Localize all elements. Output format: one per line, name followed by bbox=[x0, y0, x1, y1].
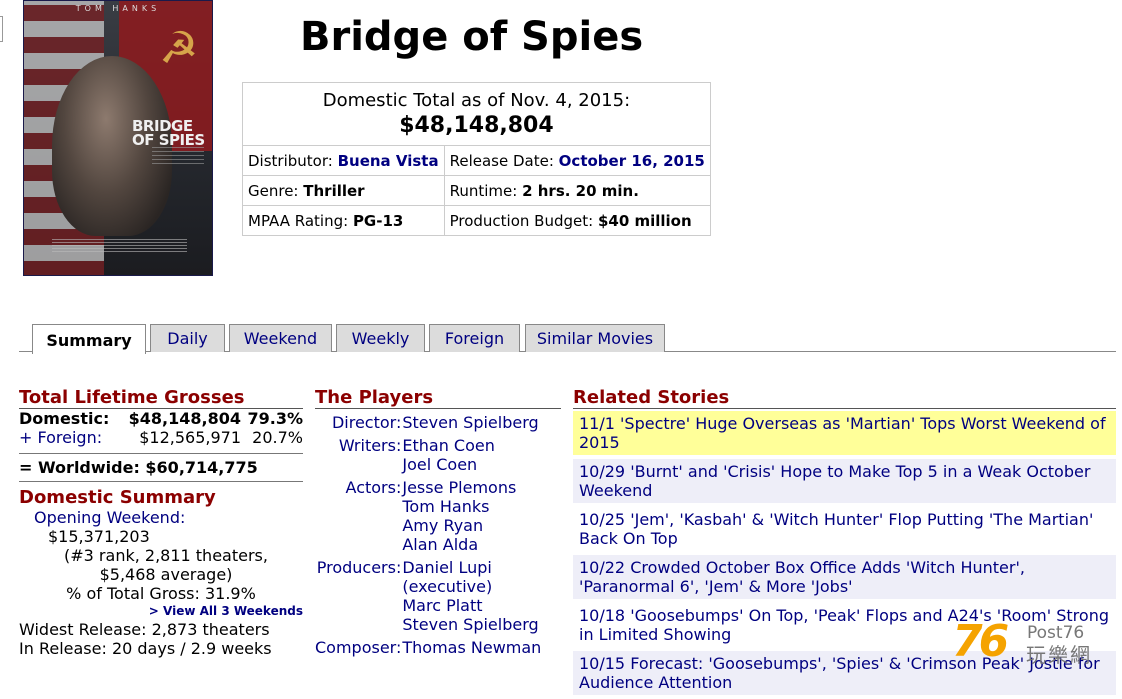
distributor-label: Distributor: bbox=[248, 151, 333, 170]
distributor-cell: Distributor: Buena Vista bbox=[242, 145, 445, 176]
players-table: Director: Steven Spielberg Writers: Etha… bbox=[315, 413, 561, 661]
budget-cell: Production Budget: $40 million bbox=[443, 205, 711, 236]
domestic-gross-label: Domestic: bbox=[19, 409, 110, 428]
tab-similar-movies[interactable]: Similar Movies bbox=[525, 324, 665, 352]
view-all-weekends-link[interactable]: > View All 3 Weekends bbox=[19, 603, 303, 620]
domestic-gross-value: $48,148,804 bbox=[128, 409, 241, 428]
watermark-number: 76 bbox=[952, 616, 1009, 667]
tab-bar: Summary Daily Weekend Weekly Foreign Sim… bbox=[19, 324, 1116, 354]
player-row-producers: Producers: Daniel Lupi (executive) Marc … bbox=[315, 558, 561, 638]
player-link[interactable]: Jesse Plemons bbox=[402, 478, 561, 497]
domestic-total-value: $48,148,804 bbox=[399, 113, 554, 138]
hammer-sickle-icon: ☭ bbox=[159, 23, 199, 74]
release-date-link[interactable]: October 16, 2015 bbox=[559, 152, 705, 170]
domestic-total-cell: Domestic Total as of Nov. 4, 2015: $48,1… bbox=[242, 82, 711, 146]
distributor-link[interactable]: Buena Vista bbox=[338, 152, 439, 170]
player-link[interactable]: Joel Coen bbox=[402, 455, 561, 474]
mpaa-rating-label: MPAA Rating: bbox=[248, 211, 349, 230]
tab-daily[interactable]: Daily bbox=[150, 324, 225, 352]
foreign-gross-row: + Foreign: $12,565,971 20.7% bbox=[19, 428, 303, 447]
story-link[interactable]: 10/29 'Burnt' and 'Crisis' Hope to Make … bbox=[573, 459, 1116, 507]
writers-label: Writers: bbox=[338, 436, 402, 455]
player-link[interactable]: Steven Spielberg bbox=[402, 413, 561, 432]
related-stories-heading: Related Stories bbox=[573, 388, 1116, 409]
actors-label: Actors: bbox=[345, 478, 402, 497]
tab-weekly[interactable]: Weekly bbox=[336, 324, 425, 352]
player-row-composer: Composer: Thomas Newman bbox=[315, 638, 561, 661]
movie-poster: ☭ TOM HANKS BRIDGE OF SPIES bbox=[23, 0, 213, 276]
mpaa-rating-cell: MPAA Rating: PG-13 bbox=[242, 205, 445, 236]
release-date-label: Release Date: bbox=[449, 151, 554, 170]
foreign-gross-value: $12,565,971 bbox=[139, 428, 241, 447]
runtime-label: Runtime: bbox=[449, 181, 518, 200]
movie-info-box: Domestic Total as of Nov. 4, 2015: $48,1… bbox=[242, 82, 711, 236]
lifetime-grosses-heading: Total Lifetime Grosses bbox=[19, 388, 303, 409]
foreign-gross-link[interactable]: + Foreign: bbox=[19, 428, 118, 447]
player-row-writers: Writers: Ethan Coen Joel Coen bbox=[315, 436, 561, 478]
poster-actor-name: TOM HANKS bbox=[75, 4, 161, 13]
genre-cell: Genre: Thriller bbox=[242, 175, 445, 206]
worldwide-gross: = Worldwide: $60,714,775 bbox=[19, 453, 303, 482]
opening-weekend-value: $15,371,203 bbox=[48, 527, 150, 546]
player-link[interactable]: Thomas Newman bbox=[402, 638, 561, 657]
player-link[interactable]: Tom Hanks bbox=[402, 497, 561, 516]
opening-weekend-detail: (#3 rank, 2,811 theaters, $5,468 average… bbox=[64, 546, 268, 584]
widest-release: Widest Release: 2,873 theaters bbox=[19, 620, 270, 639]
player-note: (executive) bbox=[402, 577, 493, 596]
opening-weekend-row: Opening Weekend: $15,371,203 bbox=[19, 508, 303, 546]
players-heading: The Players bbox=[315, 388, 561, 409]
player-link[interactable]: Steven Spielberg bbox=[402, 615, 561, 634]
page-title: Bridge of Spies bbox=[300, 14, 644, 60]
domestic-summary-heading: Domestic Summary bbox=[19, 487, 216, 508]
tab-foreign[interactable]: Foreign bbox=[429, 324, 520, 352]
pct-total-gross: % of Total Gross: 31.9% bbox=[66, 584, 256, 603]
runtime-value: 2 hrs. 20 min. bbox=[522, 181, 639, 200]
player-row-actors: Actors: Jesse Plemons Tom Hanks Amy Ryan… bbox=[315, 478, 561, 558]
release-date-cell: Release Date: October 16, 2015 bbox=[443, 145, 711, 176]
poster-tagline bbox=[152, 147, 204, 165]
mpaa-rating-value: PG-13 bbox=[352, 211, 404, 230]
poster-credits bbox=[52, 239, 187, 253]
story-link[interactable]: 10/25 'Jem', 'Kasbah' & 'Witch Hunter' F… bbox=[573, 507, 1116, 555]
player-link[interactable]: Alan Alda bbox=[402, 535, 561, 554]
story-link[interactable]: 11/1 'Spectre' Huge Overseas as 'Martian… bbox=[573, 411, 1116, 459]
watermark-cjk: 玩樂網 bbox=[1026, 643, 1092, 667]
grosses-column: Total Lifetime Grosses Domestic: $48,148… bbox=[19, 388, 303, 658]
player-link[interactable]: Daniel Lupi bbox=[402, 558, 561, 577]
budget-value: $40 million bbox=[597, 211, 692, 230]
genre-label: Genre: bbox=[248, 181, 299, 200]
poster-title: BRIDGE OF SPIES bbox=[132, 119, 205, 148]
tab-summary[interactable]: Summary bbox=[32, 324, 146, 354]
producers-label: Producers: bbox=[316, 558, 402, 577]
story-link[interactable]: 10/22 Crowded October Box Office Adds 'W… bbox=[573, 555, 1116, 603]
player-link[interactable]: Amy Ryan bbox=[402, 516, 561, 535]
player-link[interactable]: Marc Platt bbox=[402, 596, 561, 615]
composer-label: Composer: bbox=[315, 638, 402, 657]
runtime-cell: Runtime: 2 hrs. 20 min. bbox=[443, 175, 711, 206]
in-release: In Release: 20 days / 2.9 weeks bbox=[19, 639, 272, 658]
tab-weekend[interactable]: Weekend bbox=[229, 324, 332, 352]
domestic-gross-row: Domestic: $48,148,804 79.3% bbox=[19, 409, 303, 428]
director-label: Director: bbox=[331, 413, 402, 432]
domestic-gross-pct: 79.3% bbox=[247, 409, 303, 428]
watermark-brand: Post76 bbox=[1027, 623, 1085, 643]
players-column: The Players Director: Steven Spielberg W… bbox=[315, 388, 561, 661]
grosses-table: Domestic: $48,148,804 79.3% + Foreign: $… bbox=[19, 409, 303, 447]
opening-weekend-link[interactable]: Opening Weekend: bbox=[34, 508, 185, 527]
domestic-total-label: Domestic Total as of Nov. 4, 2015: bbox=[322, 90, 631, 111]
player-link[interactable]: Ethan Coen bbox=[402, 436, 561, 455]
genre-value: Thriller bbox=[303, 181, 365, 200]
budget-label: Production Budget: bbox=[449, 211, 594, 230]
domestic-summary: Opening Weekend: $15,371,203 (#3 rank, 2… bbox=[19, 508, 303, 658]
player-row-director: Director: Steven Spielberg bbox=[315, 413, 561, 436]
watermark-logo: 76 Post76 玩樂網 bbox=[952, 618, 1112, 670]
window-edge-handle bbox=[0, 16, 3, 42]
foreign-gross-pct: 20.7% bbox=[252, 428, 303, 447]
